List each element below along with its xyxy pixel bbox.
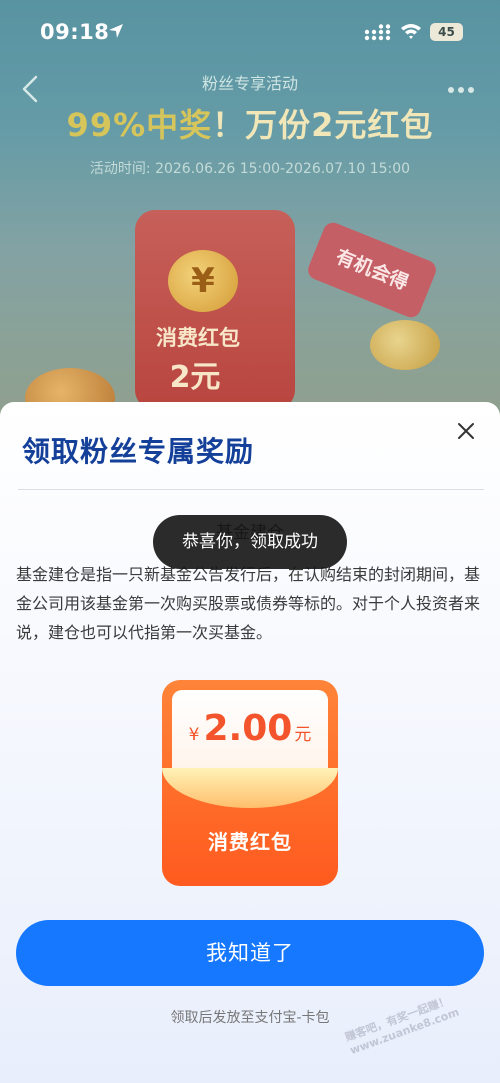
yuan-coin-icon: ¥	[168, 250, 238, 312]
nav-title: 粉丝专享活动	[201, 74, 298, 93]
activity-time: 活动时间: 2026.06.26 15:00-2026.07.10 15:00	[89, 161, 411, 177]
wifi-icon	[401, 24, 421, 39]
packet-label: 消费红包	[156, 326, 240, 350]
gold-coin-icon	[370, 320, 440, 370]
amount-unit: 元	[294, 725, 312, 745]
amount-value: 2.00	[203, 708, 293, 749]
more-options-icon[interactable]	[448, 78, 480, 93]
location-arrow-icon	[109, 24, 123, 38]
success-toast: 恭喜你，领取成功	[153, 515, 347, 569]
status-bar: 09:18 45	[0, 0, 500, 64]
confirm-button[interactable]: 我知道了	[16, 920, 484, 986]
packet-amount: 2元	[169, 360, 221, 395]
sheet-title: 领取粉丝专属奖励	[22, 435, 255, 468]
coupon-amount: ¥2.00 元	[162, 708, 338, 749]
cellular-signal-icon	[364, 24, 391, 41]
currency-symbol: ¥	[188, 725, 200, 745]
description-text: 基金建仓是指一只新基金公告发行后，在认购结束的封闭期间，基金公司用该基金第一次购…	[16, 565, 481, 642]
headline-highlight: 99%中奖	[66, 106, 213, 144]
coupon-card: ¥2.00 元 消费红包	[162, 680, 338, 886]
close-icon[interactable]	[455, 420, 477, 442]
headline-rest: ！万份2元红包	[212, 106, 434, 144]
activity-headline: 99%中奖！万份2元红包	[0, 100, 500, 146]
status-time: 09:18	[40, 20, 110, 44]
coupon-flap	[162, 768, 338, 808]
reward-bottom-sheet: 领取粉丝专属奖励 基金建仓 基金建仓是指一只新基金公告发行后，在认购结束的封闭期…	[0, 402, 500, 1083]
battery-indicator: 45	[430, 23, 463, 41]
divider	[18, 489, 484, 490]
coupon-label: 消费红包	[208, 830, 292, 854]
